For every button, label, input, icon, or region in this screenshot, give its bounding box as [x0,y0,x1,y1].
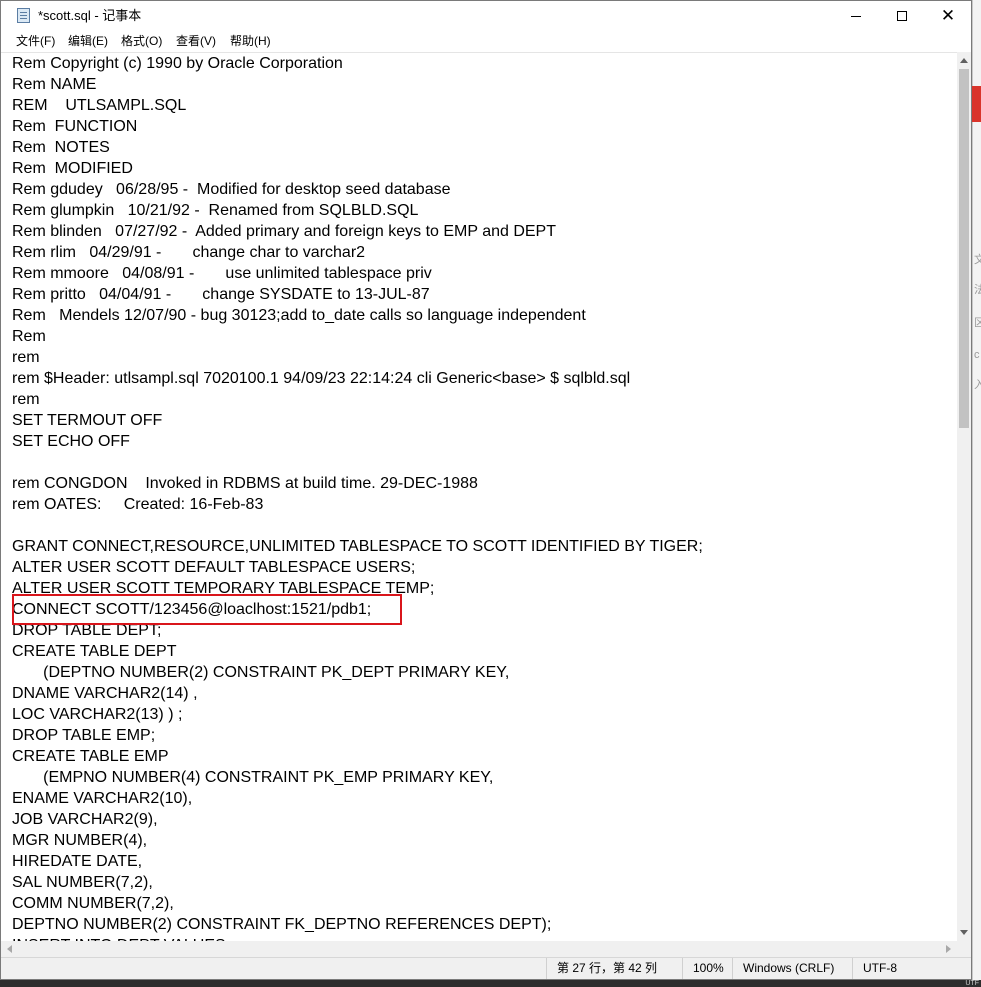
text-line: Rem MODIFIED [12,160,133,177]
text-line: Rem glumpkin 10/21/92 - Renamed from SQL… [12,202,419,219]
title-bar[interactable]: *scott.sql - 记事本 ✕ [1,1,971,31]
text-line: Rem Mendels 12/07/90 - bug 30123;add to_… [12,307,586,324]
text-line: JOB VARCHAR2(9), [12,811,158,828]
notepad-icon [17,8,30,23]
minimize-icon [851,15,861,17]
text-line: DEPTNO NUMBER(2) CONSTRAINT FK_DEPTNO RE… [12,916,552,933]
background-glyph: 区 [974,317,981,329]
text-line: CONNECT SCOTT/123456@loaclhost:1521/pdb1… [12,601,372,618]
text-line: Rem NOTES [12,139,110,156]
background-glyph: 入 [974,379,981,391]
window-title: *scott.sql - 记事本 [38,8,142,23]
text-line: Rem NAME [12,76,97,93]
text-line: Rem FUNCTION [12,118,138,135]
taskbar-text: UTF [965,980,979,987]
text-line: ALTER USER SCOTT TEMPORARY TABLESPACE TE… [12,580,435,597]
menu-bar: 文件(F) 编辑(E) 格式(O) 查看(V) 帮助(H) [1,31,971,52]
text-line: Rem [12,328,46,345]
text-line: COMM NUMBER(7,2), [12,895,174,912]
text-line: Rem blinden 07/27/92 - Added primary and… [12,223,556,240]
text-line: ENAME VARCHAR2(10), [12,790,193,807]
text-line [12,452,703,473]
menu-format[interactable]: 格式(O) [119,33,164,50]
menu-help[interactable]: 帮助(H) [228,33,273,50]
text-line: (EMPNO NUMBER(4) CONSTRAINT PK_EMP PRIMA… [12,769,494,786]
taskbar-edge [0,980,981,987]
scroll-left-button[interactable] [1,941,18,957]
scrollbar-corner [957,941,971,957]
text-line: DROP TABLE EMP; [12,727,156,744]
menu-edit[interactable]: 编辑(E) [66,33,110,50]
text-content: Rem Copyright (c) 1990 by Oracle Corpora… [12,53,703,941]
text-line: (DEPTNO NUMBER(2) CONSTRAINT PK_DEPT PRI… [12,664,510,681]
text-line: ALTER USER SCOTT DEFAULT TABLESPACE USER… [12,559,416,576]
text-line: rem OATES: Created: 16-Feb-83 [12,496,264,513]
text-line: Rem mmoore 04/08/91 - use unlimited tabl… [12,265,432,282]
text-line: Rem gdudey 06/28/95 - Modified for deskt… [12,181,451,198]
line-ending: Windows (CRLF) [732,958,852,979]
background-window-edge [972,0,981,987]
text-line: HIREDATE DATE, [12,853,143,870]
text-line: Rem rlim 04/29/91 - change char to varch… [12,244,366,261]
text-line: Rem pritto 04/04/91 - change SYSDATE to … [12,286,430,303]
notepad-window: *scott.sql - 记事本 ✕ 文件(F) 编辑(E) 格式(O) 查看(… [0,0,972,980]
text-line: SAL NUMBER(7,2), [12,874,153,891]
scroll-right-button[interactable] [940,941,957,957]
text-line: CREATE TABLE EMP [12,748,169,765]
menu-view[interactable]: 查看(V) [174,33,218,50]
arrow-left-icon [7,945,12,953]
cursor-position: 第 27 行，第 42 列 [546,958,682,979]
encoding: UTF-8 [852,958,971,979]
maximize-button[interactable] [879,1,925,31]
text-line: rem $Header: utlsampl.sql 7020100.1 94/0… [12,370,631,387]
background-glyph: c [974,349,980,361]
scroll-down-button[interactable] [957,924,971,941]
background-glyph: 法 [974,284,981,296]
arrow-down-icon [960,930,968,935]
text-line: rem [12,349,40,366]
text-line: GRANT CONNECT,RESOURCE,UNLIMITED TABLESP… [12,538,703,555]
vertical-scrollbar[interactable] [957,52,971,941]
text-line: CREATE TABLE DEPT [12,643,177,660]
text-line: MGR NUMBER(4), [12,832,148,849]
text-line: REM UTLSAMPL.SQL [12,97,187,114]
background-red-tab [972,86,981,122]
text-line: SET TERMOUT OFF [12,412,163,429]
text-line: LOC VARCHAR2(13) ) ; [12,706,183,723]
horizontal-scrollbar[interactable] [1,941,957,957]
zoom-level: 100% [682,958,732,979]
vertical-scroll-thumb[interactable] [959,69,969,428]
arrow-up-icon [960,58,968,63]
text-line: SET ECHO OFF [12,433,130,450]
minimize-button[interactable] [833,1,879,31]
arrow-right-icon [946,945,951,953]
menu-file[interactable]: 文件(F) [14,33,57,50]
text-line: Rem Copyright (c) 1990 by Oracle Corpora… [12,55,343,72]
background-glyph: 文 [974,254,981,266]
text-line: rem CONGDON Invoked in RDBMS at build ti… [12,475,478,492]
text-line: DROP TABLE DEPT; [12,622,162,639]
close-icon: ✕ [940,5,956,26]
text-line [12,515,703,536]
close-button[interactable]: ✕ [925,1,971,31]
text-line: DNAME VARCHAR2(14) , [12,685,198,702]
scroll-up-button[interactable] [957,52,971,69]
status-bar: 第 27 行，第 42 列 100% Windows (CRLF) UTF-8 [1,957,971,979]
text-line: rem [12,391,40,408]
maximize-icon [897,11,907,21]
text-editor-area[interactable]: Rem Copyright (c) 1990 by Oracle Corpora… [1,52,957,941]
